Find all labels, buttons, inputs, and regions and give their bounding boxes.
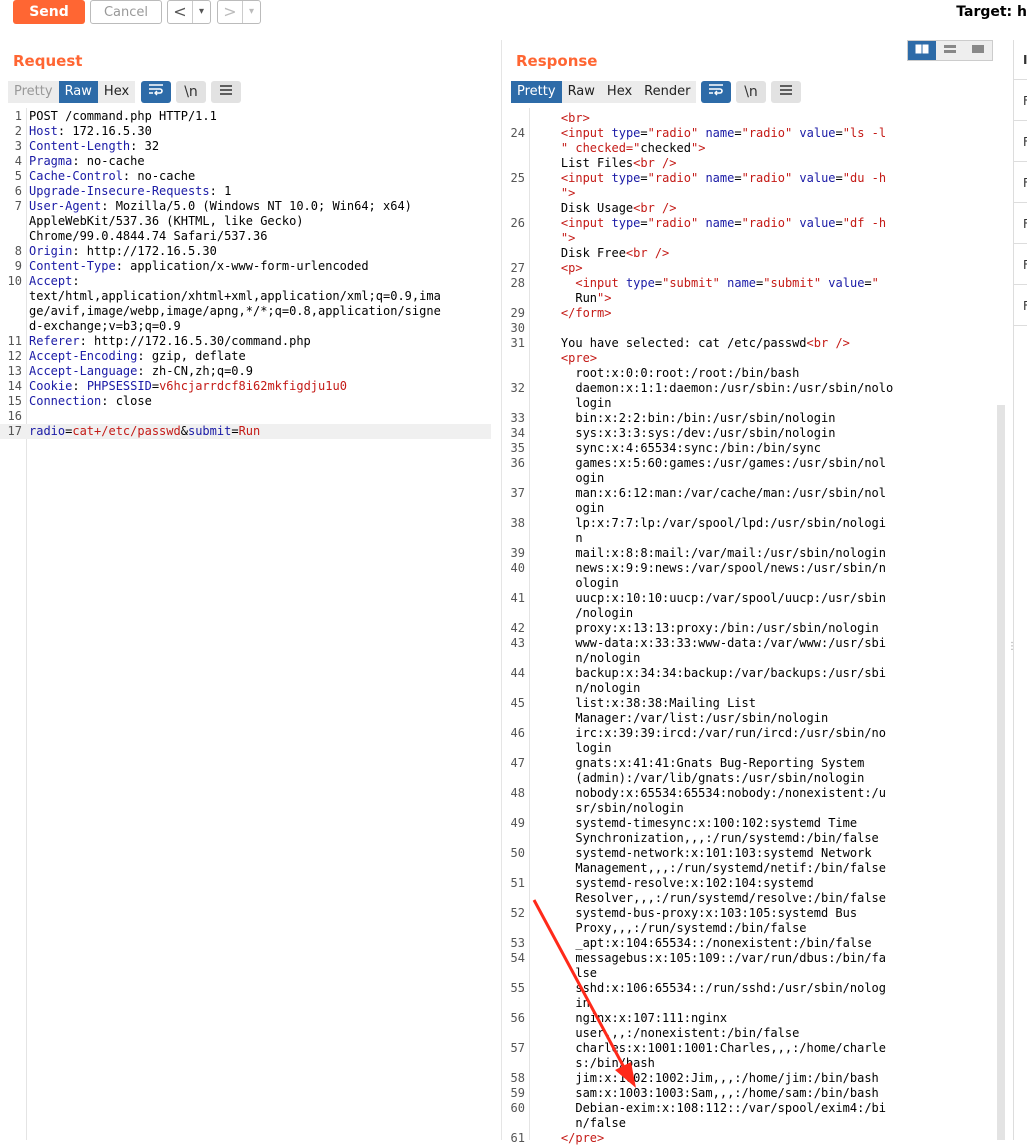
annotation-arrow-shaft <box>532 899 629 1074</box>
annotation-arrow <box>532 899 636 1088</box>
annotation-arrow-head <box>615 1062 636 1088</box>
